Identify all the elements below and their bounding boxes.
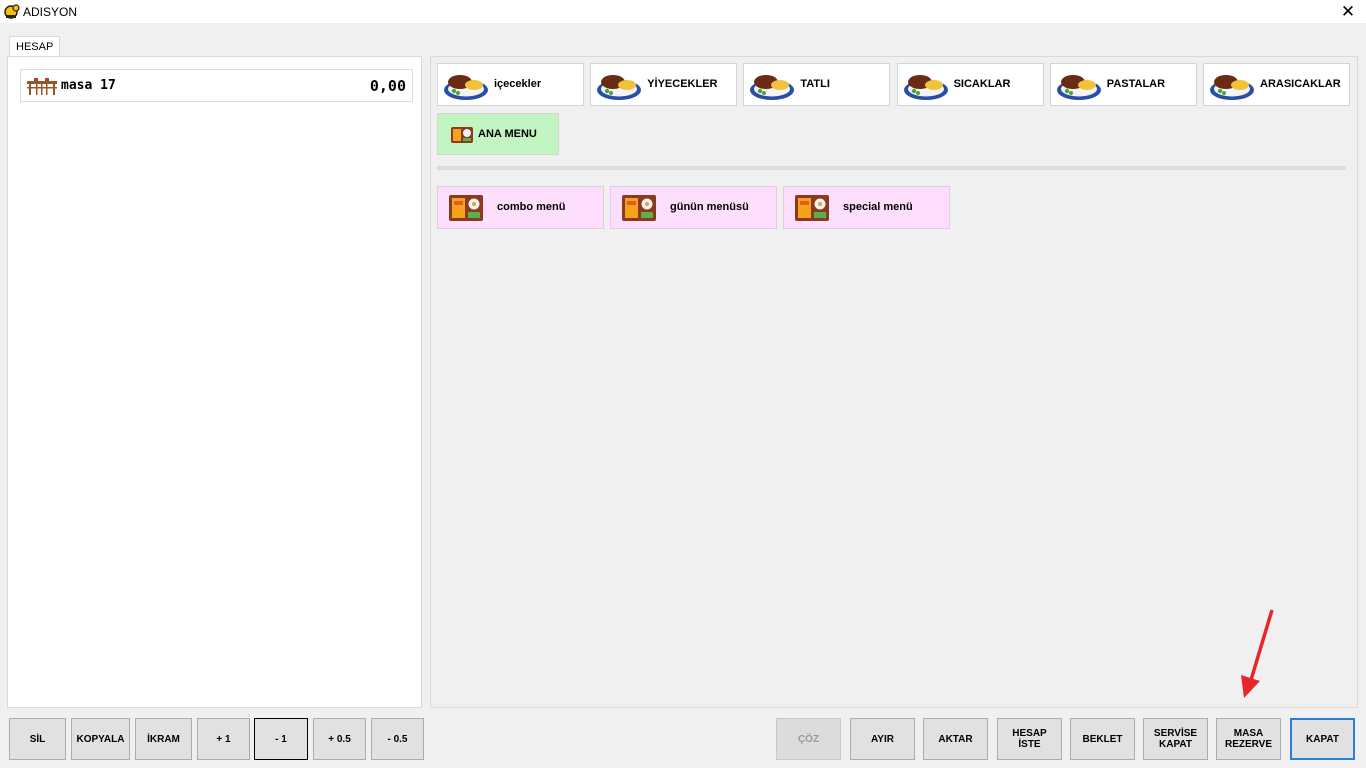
- tab-hesap[interactable]: HESAP: [9, 36, 61, 58]
- action-button[interactable]: HESAP İSTE: [997, 718, 1062, 760]
- bento-icon: [449, 195, 483, 221]
- title-bar: ADISYON ✕: [0, 0, 1366, 23]
- category-button[interactable]: YİYECEKLER: [590, 63, 738, 106]
- bento-icon: [451, 127, 473, 143]
- menu-item-label: günün menüsü: [670, 201, 749, 213]
- separator: [437, 166, 1346, 170]
- action-button[interactable]: - 0.5: [371, 718, 424, 760]
- action-button[interactable]: SİL: [9, 718, 66, 760]
- category-label: içecekler: [494, 78, 542, 90]
- category-label: PASTALAR: [1106, 78, 1166, 90]
- category-button[interactable]: TATLI: [743, 63, 891, 106]
- action-button[interactable]: KAPAT: [1290, 718, 1355, 760]
- dining-table-icon: [27, 78, 57, 95]
- category-button[interactable]: PASTALAR: [1049, 63, 1197, 106]
- category-button[interactable]: ARASICAKLAR: [1203, 63, 1350, 106]
- food-plate-icon: [750, 75, 795, 100]
- action-button[interactable]: AKTAR: [923, 718, 988, 760]
- main-menu-label: ANA MENU: [478, 128, 537, 140]
- close-button[interactable]: ✕: [1330, 0, 1366, 23]
- action-button[interactable]: SERVİSE KAPAT: [1143, 718, 1208, 760]
- action-button[interactable]: AYIR: [850, 718, 915, 760]
- window-title: ADISYON: [23, 5, 78, 19]
- food-plate-icon: [1056, 75, 1101, 100]
- bento-icon: [622, 195, 656, 221]
- food-plate-icon: [444, 75, 488, 100]
- category-label: ARASICAKLAR: [1260, 78, 1341, 90]
- action-button[interactable]: BEKLET: [1070, 718, 1135, 760]
- menu-panel: içecekler YİYECEKLER TATLI SICAKLAR PASTALAR…: [430, 56, 1358, 708]
- menu-item-label: combo menü: [497, 201, 566, 213]
- action-button[interactable]: KOPYALA: [71, 718, 130, 760]
- action-button[interactable]: - 1: [254, 718, 308, 760]
- main-menu-button[interactable]: ANA MENU: [437, 113, 559, 155]
- category-button[interactable]: SICAKLAR: [896, 63, 1044, 106]
- app-icon: [4, 4, 20, 19]
- food-plate-icon: [597, 75, 642, 100]
- table-amount: 0,00: [369, 77, 406, 95]
- action-button[interactable]: + 0.5: [313, 718, 366, 760]
- category-label: YİYECEKLER: [647, 78, 718, 90]
- action-button[interactable]: ÇÖZ: [776, 718, 841, 760]
- client-area: HESAP masa 17 0,00 içecekler YİYECEKLER TA…: [0, 23, 1366, 768]
- menu-item-button[interactable]: special menü: [783, 186, 950, 229]
- action-button[interactable]: İKRAM: [135, 718, 192, 760]
- category-button[interactable]: içecekler: [437, 63, 584, 106]
- food-plate-icon: [903, 75, 948, 100]
- order-row[interactable]: masa 17 0,00: [20, 69, 413, 102]
- menu-item-button[interactable]: combo menü: [437, 186, 604, 229]
- table-name: masa 17: [61, 78, 116, 93]
- category-label: SICAKLAR: [953, 78, 1011, 90]
- food-plate-icon: [1210, 75, 1254, 100]
- category-label: TATLI: [800, 78, 830, 90]
- bento-icon: [795, 195, 829, 221]
- order-panel: masa 17 0,00: [7, 56, 422, 708]
- action-button[interactable]: MASA REZERVE: [1216, 718, 1281, 760]
- action-button[interactable]: + 1: [197, 718, 250, 760]
- menu-item-label: special menü: [843, 201, 913, 213]
- menu-item-button[interactable]: günün menüsü: [610, 186, 777, 229]
